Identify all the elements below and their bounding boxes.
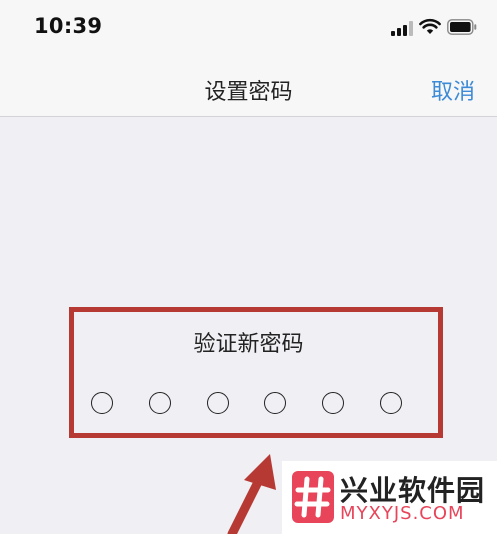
watermark: 兴业软件园 MYXYJS.COM: [282, 461, 497, 534]
status-time: 10:39: [34, 14, 103, 38]
status-bar: 10:39: [0, 0, 497, 58]
cellular-signal-icon: [391, 20, 413, 36]
cancel-button[interactable]: 取消: [431, 74, 475, 106]
hash-logo-icon: [292, 471, 334, 523]
page-title: 设置密码: [204, 80, 293, 105]
set-passcode-screen: 10:39 设置密码 取消 验证新密码 兴业软件园 MYXYJS.COM: [0, 0, 497, 534]
nav-bar: 设置密码 取消: [0, 58, 497, 117]
wifi-icon: [419, 18, 441, 34]
battery-icon: [447, 19, 477, 35]
highlight-box: [69, 307, 443, 438]
watermark-url: MYXYJS.COM: [340, 503, 465, 524]
